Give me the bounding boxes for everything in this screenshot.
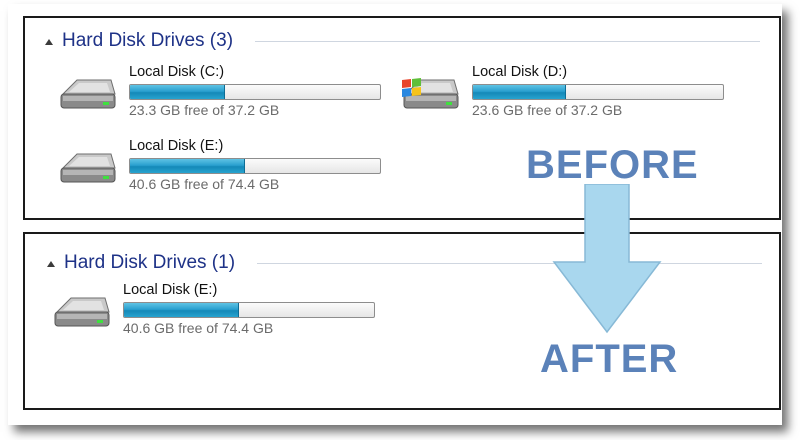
free-space-text: 23.3 GB free of 37.2 GB bbox=[129, 102, 280, 118]
screenshot-card: Hard Disk Drives (3) Local Disk (C:) 23.… bbox=[8, 4, 782, 425]
drive-name: Local Disk (E:) bbox=[129, 138, 224, 154]
windows-system-drive-icon bbox=[402, 78, 459, 109]
group-divider bbox=[255, 41, 760, 42]
hard-drive-icon bbox=[60, 79, 116, 109]
drive-name: Local Disk (C:) bbox=[129, 64, 225, 80]
capacity-bar-fill bbox=[130, 159, 245, 173]
collapse-triangle-icon[interactable] bbox=[47, 260, 55, 267]
capacity-bar-fill bbox=[130, 85, 225, 99]
capacity-bar-fill bbox=[124, 303, 239, 317]
group-header-before[interactable]: Hard Disk Drives (3) bbox=[45, 30, 233, 52]
drive-name: Local Disk (E:) bbox=[123, 282, 218, 298]
hard-drive-icon bbox=[54, 297, 110, 327]
group-title: Hard Disk Drives (3) bbox=[62, 30, 234, 51]
capacity-bar bbox=[129, 158, 381, 174]
group-divider bbox=[257, 263, 762, 264]
drive-item-c[interactable]: Local Disk (C:) 23.3 GB free of 37.2 GB bbox=[57, 64, 381, 120]
group-title: Hard Disk Drives (1) bbox=[64, 252, 236, 273]
free-space-text: 40.6 GB free of 74.4 GB bbox=[123, 320, 274, 336]
free-space-text: 40.6 GB free of 74.4 GB bbox=[129, 176, 280, 192]
drive-item-e[interactable]: Local Disk (E:) 40.6 GB free of 74.4 GB bbox=[51, 282, 375, 338]
down-arrow-icon bbox=[552, 184, 662, 334]
drive-item-d[interactable]: Local Disk (D:) 23.6 GB free of 37.2 GB bbox=[400, 64, 724, 120]
before-panel: Hard Disk Drives (3) Local Disk (C:) 23.… bbox=[23, 16, 781, 220]
before-label: BEFORE bbox=[526, 143, 699, 187]
free-space-text: 23.6 GB free of 37.2 GB bbox=[472, 102, 623, 118]
collapse-triangle-icon[interactable] bbox=[45, 38, 53, 45]
capacity-bar-fill bbox=[473, 85, 566, 99]
after-panel: Hard Disk Drives (1) Local Disk (E:) 40.… bbox=[23, 232, 781, 410]
after-label: AFTER bbox=[540, 337, 679, 381]
capacity-bar bbox=[129, 84, 381, 100]
hard-drive-icon bbox=[60, 153, 116, 183]
drive-item-e[interactable]: Local Disk (E:) 40.6 GB free of 74.4 GB bbox=[57, 138, 381, 194]
capacity-bar bbox=[472, 84, 724, 100]
drive-name: Local Disk (D:) bbox=[472, 64, 568, 80]
capacity-bar bbox=[123, 302, 375, 318]
down-arrow-shape bbox=[552, 184, 662, 334]
group-header-after[interactable]: Hard Disk Drives (1) bbox=[47, 252, 235, 274]
